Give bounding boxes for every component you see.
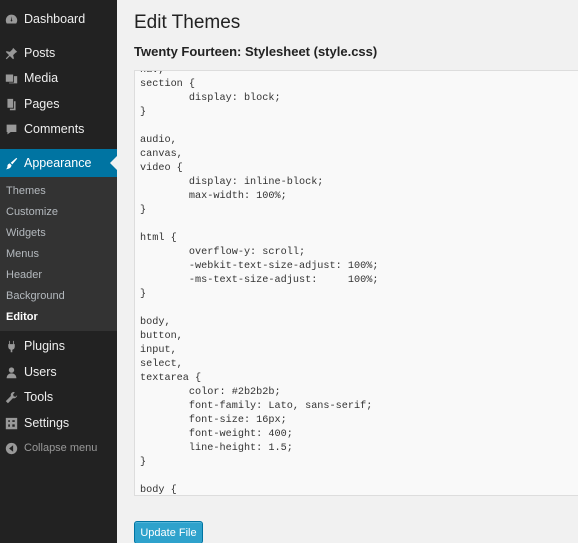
sidebar-item-dashboard[interactable]: Dashboard: [0, 7, 117, 31]
submenu-item-header[interactable]: Header: [6, 269, 42, 281]
comment-icon: [4, 122, 18, 136]
sidebar-item-plugins[interactable]: Plugins: [0, 334, 117, 358]
plug-icon: [4, 339, 18, 353]
submenu-item-editor[interactable]: Editor: [6, 311, 38, 323]
submenu-item-customize[interactable]: Customize: [6, 206, 58, 218]
sidebar-item-label: Posts: [24, 46, 56, 60]
sidebar-item-label: Pages: [24, 97, 60, 111]
media-icon: [4, 71, 18, 85]
pin-icon: [4, 46, 18, 60]
sidebar-item-media[interactable]: Media: [0, 66, 117, 90]
page-title: Edit Themes: [134, 12, 241, 33]
file-heading: Twenty Fourteen: Stylesheet (style.css): [134, 44, 378, 59]
sidebar-item-posts[interactable]: Posts: [0, 41, 117, 65]
sidebar-item-label: Dashboard: [24, 12, 86, 26]
brush-icon: [4, 156, 18, 170]
submenu-item-widgets[interactable]: Widgets: [6, 227, 46, 239]
active-indicator-arrow: [110, 156, 117, 170]
sidebar-item-label: Tools: [24, 390, 54, 404]
code-editor-textarea[interactable]: nav, section { display: block; } audio, …: [134, 70, 578, 496]
collapse-menu-button[interactable]: Collapse menu: [0, 436, 117, 460]
submenu-item-menus[interactable]: Menus: [6, 248, 39, 260]
sidebar-item-users[interactable]: Users: [0, 360, 117, 384]
sidebar-item-pages[interactable]: Pages: [0, 92, 117, 116]
pages-icon: [4, 97, 18, 111]
sidebar-item-label: Users: [24, 365, 57, 379]
sidebar-item-label: Appearance: [24, 156, 92, 170]
sidebar-item-label: Comments: [24, 122, 85, 136]
sidebar-item-label: Media: [24, 71, 59, 85]
appearance-submenu: Themes Customize Widgets Menus Header Ba…: [0, 177, 117, 331]
sidebar-item-comments[interactable]: Comments: [0, 117, 117, 141]
settings-icon: [4, 416, 18, 430]
code-content[interactable]: nav, section { display: block; } audio, …: [140, 71, 378, 495]
sidebar-item-appearance[interactable]: Appearance: [0, 149, 117, 177]
dashboard-icon: [4, 12, 18, 26]
sidebar-item-settings[interactable]: Settings: [0, 411, 117, 435]
wrench-icon: [4, 390, 18, 404]
sidebar-item-label: Plugins: [24, 339, 65, 353]
update-file-button[interactable]: Update File: [134, 521, 203, 543]
admin-sidebar: Dashboard Posts Media Pages Comments App…: [0, 0, 117, 543]
sidebar-item-tools[interactable]: Tools: [0, 385, 117, 409]
sidebar-item-label: Settings: [24, 416, 70, 430]
submenu-item-themes[interactable]: Themes: [6, 185, 46, 197]
user-icon: [4, 365, 18, 379]
collapse-icon: [4, 441, 18, 455]
submenu-item-background[interactable]: Background: [6, 290, 65, 302]
collapse-menu-label: Collapse menu: [24, 442, 98, 454]
